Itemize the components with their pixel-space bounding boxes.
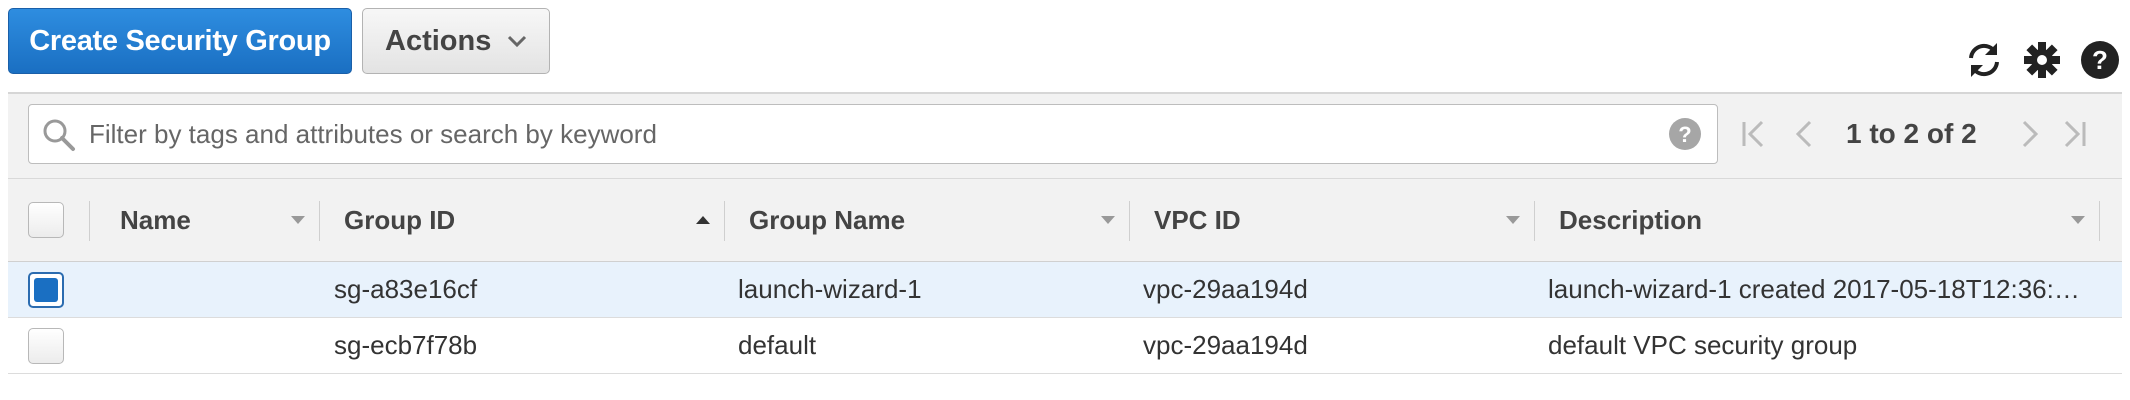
actions-label: Actions: [385, 25, 492, 57]
filter-bar: ? 1 to 2 of 2: [8, 92, 2122, 178]
sort-up-icon: [696, 216, 710, 224]
column-header-vpc-id[interactable]: VPC ID: [1130, 179, 1535, 261]
column-header-group-id[interactable]: Group ID: [320, 179, 725, 261]
column-header-label: Group ID: [344, 205, 456, 235]
cell-description: default VPC security group: [1548, 330, 1858, 360]
cell-name: [120, 318, 310, 373]
cell-group-name: launch-wizard-1: [738, 274, 922, 304]
sort-down-icon: [2071, 216, 2085, 224]
first-page-icon[interactable]: [1738, 118, 1770, 150]
svg-text:?: ?: [1678, 122, 1691, 147]
row-checkbox[interactable]: [28, 272, 64, 308]
toolbar-icons: ?: [1962, 38, 2122, 82]
chevron-down-icon: [507, 35, 527, 48]
security-groups-page: Create Security Group Actions ? Filter b…: [0, 0, 2130, 400]
column-header-label: Name: [120, 205, 191, 235]
column-header-label: Group Name: [749, 205, 906, 235]
help-icon[interactable]: ?: [2078, 38, 2122, 82]
column-header-group-name[interactable]: Group Name: [725, 179, 1130, 261]
actions-dropdown-button[interactable]: Actions: [362, 8, 550, 74]
cell-name: [120, 262, 310, 317]
toolbar: Create Security Group Actions ?: [8, 8, 2122, 79]
sort-down-icon: [1101, 216, 1115, 224]
cell-group-name: default: [738, 330, 817, 360]
pagination: 1 to 2 of 2: [1738, 104, 2098, 164]
row-checkbox[interactable]: [28, 328, 64, 364]
cell-vpc-id: vpc-29aa194d: [1143, 330, 1308, 360]
select-all-checkbox[interactable]: [28, 202, 64, 238]
gear-icon[interactable]: [2020, 38, 2064, 82]
refresh-icon[interactable]: [1962, 38, 2006, 82]
create-security-group-button[interactable]: Create Security Group: [8, 8, 352, 74]
search-help-icon[interactable]: ?: [1667, 116, 1703, 152]
cell-group-id: sg-a83e16cf: [334, 274, 478, 304]
next-page-icon[interactable]: [2014, 118, 2046, 150]
previous-page-icon[interactable]: [1788, 118, 1820, 150]
search-box: ?: [28, 104, 1718, 164]
column-header-label: Description: [1559, 205, 1703, 235]
column-header-label: VPC ID: [1154, 205, 1241, 235]
security-groups-table: Name Group ID Group Name VPC ID Descript: [8, 178, 2122, 374]
cell-group-id: sg-ecb7f78b: [334, 330, 478, 360]
table-row[interactable]: sg-a83e16cf launch-wizard-1 vpc-29aa194d…: [8, 262, 2122, 318]
column-header-description[interactable]: Description: [1535, 179, 2100, 261]
column-header-name[interactable]: Name: [90, 179, 320, 261]
table-header: Name Group ID Group Name VPC ID Descript: [8, 178, 2122, 262]
cell-vpc-id: vpc-29aa194d: [1143, 274, 1308, 304]
search-icon: [43, 119, 75, 151]
select-all-cell: [8, 179, 90, 261]
page-range-text: 1 to 2 of 2: [1846, 118, 1977, 149]
svg-text:?: ?: [2092, 45, 2108, 75]
search-input[interactable]: [89, 105, 1629, 163]
sort-down-icon: [1506, 216, 1520, 224]
table-row[interactable]: sg-ecb7f78b default vpc-29aa194d default…: [8, 318, 2122, 374]
last-page-icon[interactable]: [2058, 118, 2090, 150]
cell-description: launch-wizard-1 created 2017-05-18T12:36…: [1548, 274, 2088, 304]
sort-down-icon: [291, 216, 305, 224]
